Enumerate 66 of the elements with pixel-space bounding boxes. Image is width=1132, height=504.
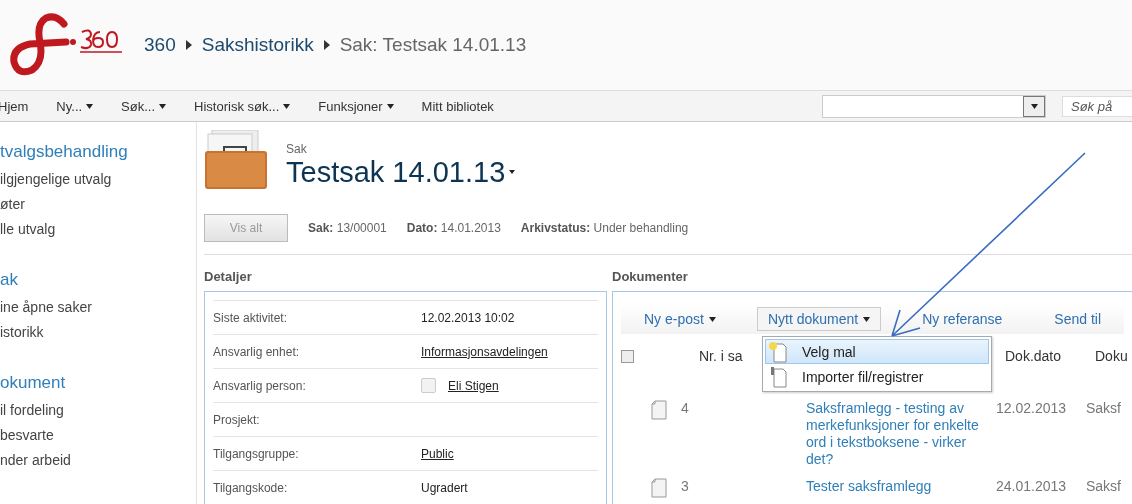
menu-item[interactable]: Velg mal xyxy=(765,339,989,364)
detail-label: Tilgangskode: xyxy=(213,480,289,495)
detail-label: Ansvarlig enhet: xyxy=(213,344,301,359)
sidebar-item[interactable]: il fordeling xyxy=(0,398,196,423)
toolbar-button[interactable]: Nytt dokument xyxy=(756,307,882,331)
breadcrumb-link[interactable]: 360 xyxy=(144,34,176,56)
column-header[interactable]: Nr. i sa xyxy=(699,348,743,364)
table-cell-text: 3 xyxy=(681,478,689,496)
panel-title: Detaljer xyxy=(204,269,253,286)
sidebar-item[interactable]: istorikk xyxy=(0,320,196,345)
detail-label: Prosjekt: xyxy=(213,412,261,427)
detail-label: Ansvarlig person: xyxy=(213,378,307,393)
breadcrumb-link[interactable]: Sakshistorikk xyxy=(201,34,314,56)
detail-value: 12.02.2013 10:02 xyxy=(421,310,515,325)
document-link[interactable]: Tester saksframlegg xyxy=(806,478,996,498)
document-link[interactable]: Saksframlegg - testing av merkefunksjoner for enkelte ord i tekstboksene - virker det? xyxy=(806,400,996,468)
sidebar-item[interactable]: nder arbeid xyxy=(0,448,196,473)
sidebar-item[interactable]: øter xyxy=(0,192,196,217)
nav-menu-item[interactable]: Funksjoner xyxy=(318,98,408,114)
nav-menu-item[interactable]: Søk... xyxy=(121,98,181,114)
caret-icon xyxy=(1030,103,1038,109)
detail-label: Tilgangsgruppe: xyxy=(213,446,300,461)
case-meta-text: Sak: 13/00001 xyxy=(308,221,387,235)
caret-icon[interactable] xyxy=(509,170,516,174)
detail-link[interactable]: Eli Stigen xyxy=(448,378,499,393)
detail-link[interactable]: Informasjonsavdelingen xyxy=(421,344,548,359)
briefcase-icon xyxy=(204,130,268,190)
sidebar-heading: tvalgsbehandling xyxy=(0,142,129,162)
breadcrumb-separator-icon xyxy=(185,40,192,50)
sidebar-heading: ak xyxy=(0,270,19,290)
case-meta-text: Dato: 14.01.2013 xyxy=(406,221,501,235)
sidebar-item[interactable]: ilgjengelige utvalg xyxy=(0,167,196,192)
table-cell-text: Saksf xyxy=(1086,478,1121,496)
breadcrumb-separator-icon xyxy=(323,40,330,50)
toolbar-button[interactable]: Ny e-post xyxy=(633,307,727,331)
case-title: Testsak 14.01.13 xyxy=(286,156,506,189)
detail-label: Siste aktivitet: xyxy=(213,310,289,325)
table-cell-text: Saksf xyxy=(1086,400,1121,418)
case-meta-text: Arkivstatus: Under behandling xyxy=(520,221,689,235)
import-document-icon xyxy=(768,365,788,388)
toolbar-button[interactable]: Ny referanse xyxy=(911,307,1014,331)
select-all-checkbox[interactable] xyxy=(621,349,634,363)
sidebar-item[interactable]: lle utvalg xyxy=(0,217,196,242)
panel-title: Dokumenter xyxy=(612,269,689,286)
nav-menu-item[interactable]: Historisk søk... xyxy=(194,98,305,114)
search-field[interactable]: Søk på xyxy=(1062,95,1132,117)
column-header[interactable]: Dok.dato xyxy=(1005,348,1062,364)
sidebar-item[interactable]: besvarte xyxy=(0,423,196,448)
toolbar-button[interactable]: Send til xyxy=(1043,307,1113,331)
detail-link[interactable]: Public xyxy=(421,446,454,461)
nav-menu-item[interactable]: Ny... xyxy=(56,98,108,114)
document-icon xyxy=(651,478,667,498)
column-header[interactable]: Doku xyxy=(1095,348,1128,364)
nav-menu-item[interactable]: Mitt bibliotek xyxy=(421,98,508,114)
breadcrumb-current: Sak: Testsak 14.01.13 xyxy=(339,34,527,56)
scope-select[interactable] xyxy=(822,94,1046,118)
detail-value: Ugradert xyxy=(421,480,468,495)
case-type-label: Sak xyxy=(286,142,308,156)
person-checkbox[interactable] xyxy=(421,378,436,393)
table-cell-text: 12.02.2013 xyxy=(996,400,1067,418)
table-cell-text: 24.01.2013 xyxy=(996,478,1067,496)
table-cell-text: 4 xyxy=(681,400,689,418)
new-document-icon xyxy=(768,340,788,363)
document-icon xyxy=(651,400,667,420)
sidebar-heading: okument xyxy=(0,373,67,393)
sidebar-item[interactable]: ine åpne saker xyxy=(0,295,196,320)
